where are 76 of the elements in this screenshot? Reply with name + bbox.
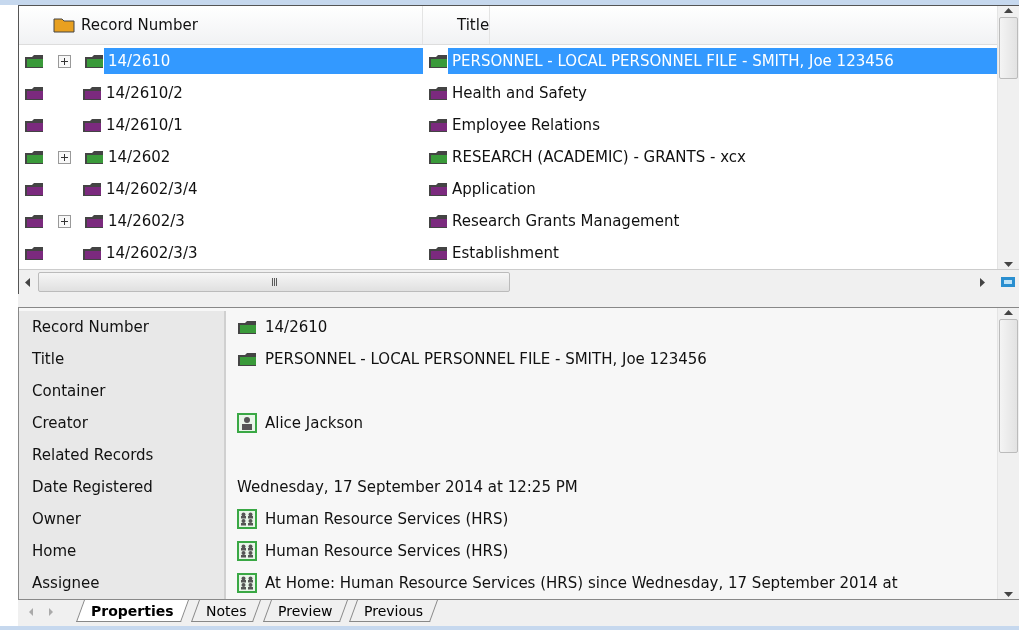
record-number[interactable]: 14/2610/1 — [102, 112, 423, 138]
property-label: Title — [19, 343, 226, 375]
folder-icon — [428, 85, 448, 101]
property-value: Alice Jackson — [265, 414, 363, 432]
folder-icon — [82, 85, 102, 101]
property-label: Date Registered — [19, 471, 226, 503]
folder-icon — [237, 319, 257, 335]
record-number[interactable]: 14/2610/2 — [102, 80, 423, 106]
column-header[interactable]: Record Number — [81, 16, 198, 34]
folder-icon — [24, 85, 44, 101]
folder-icon — [428, 213, 448, 229]
property-label: Related Records — [19, 439, 226, 471]
property-value: 14/2610 — [265, 318, 328, 336]
expand-icon[interactable] — [58, 150, 71, 164]
record-title[interactable]: Application — [448, 176, 997, 202]
folder-icon — [84, 213, 104, 229]
record-number[interactable]: 14/2602/3/3 — [102, 240, 423, 266]
folder-icon — [24, 149, 44, 165]
folder-icon — [24, 245, 44, 261]
record-number[interactable]: 14/2602 — [104, 144, 423, 170]
property-label: Container — [19, 375, 226, 407]
folder-icon — [428, 181, 448, 197]
expand-icon[interactable] — [58, 214, 71, 228]
tab[interactable]: Properties — [76, 600, 189, 622]
folder-icon — [428, 245, 448, 261]
folder-icon — [82, 117, 102, 133]
property-value: Wednesday, 17 September 2014 at 12:25 PM — [237, 478, 578, 496]
group-icon — [237, 509, 257, 529]
expand-icon[interactable] — [58, 54, 71, 68]
tab[interactable]: Preview — [262, 600, 348, 622]
record-number[interactable]: 14/2602/3 — [104, 208, 423, 234]
folder-icon — [82, 181, 102, 197]
folder-icon — [82, 245, 102, 261]
vertical-scrollbar[interactable] — [997, 308, 1019, 599]
record-title[interactable]: Employee Relations — [448, 112, 997, 138]
folder-icon — [24, 181, 44, 197]
scrollbar-thumb[interactable] — [999, 17, 1018, 79]
property-label: Record Number — [19, 311, 226, 343]
scroll-right-icon[interactable] — [978, 277, 987, 287]
scrollbar-thumb[interactable] — [999, 319, 1018, 453]
record-title[interactable]: Health and Safety — [448, 80, 997, 106]
property-value: Human Resource Services (HRS) — [265, 542, 509, 560]
scroll-up-icon[interactable] — [1004, 6, 1013, 15]
property-label: Home — [19, 535, 226, 567]
record-number[interactable]: 14/2602/3/4 — [102, 176, 423, 202]
column-header[interactable]: Title — [457, 16, 490, 34]
folder-icon — [428, 53, 448, 69]
record-title[interactable]: RESEARCH (ACADEMIC) - GRANTS - xcx — [448, 144, 997, 170]
property-label: Assignee — [19, 567, 226, 599]
tab[interactable]: Notes — [190, 600, 261, 622]
property-label: Owner — [19, 503, 226, 535]
tab[interactable]: Previous — [349, 600, 439, 622]
property-value: PERSONNEL - LOCAL PERSONNEL FILE - SMITH, Joe 123456 — [265, 350, 707, 368]
scroll-left-icon[interactable] — [23, 277, 32, 287]
folder-icon — [237, 351, 257, 367]
folder-icon — [428, 149, 448, 165]
horizontal-scrollbar[interactable]: III — [19, 269, 1019, 294]
record-title[interactable]: Research Grants Management — [448, 208, 997, 234]
folder-icon — [84, 53, 104, 69]
group-icon — [237, 541, 257, 561]
record-title[interactable]: Establishment — [448, 240, 997, 266]
scroll-grip: III — [271, 276, 277, 288]
folder-icon — [24, 53, 44, 69]
folder-icon — [428, 117, 448, 133]
folder-icon — [24, 117, 44, 133]
person-icon — [237, 413, 257, 433]
property-value: At Home: Human Resource Services (HRS) since Wednesday, 17 September 2014 at — [265, 574, 898, 592]
property-value: Human Resource Services (HRS) — [265, 510, 509, 528]
folder-icon — [24, 213, 44, 229]
folder-icon — [53, 17, 75, 33]
vertical-scrollbar[interactable] — [997, 6, 1019, 269]
group-icon — [237, 573, 257, 593]
scrollbar-thumb[interactable]: III — [38, 272, 510, 292]
panel-icon[interactable] — [1001, 276, 1015, 288]
folder-icon — [84, 149, 104, 165]
property-label: Creator — [19, 407, 226, 439]
